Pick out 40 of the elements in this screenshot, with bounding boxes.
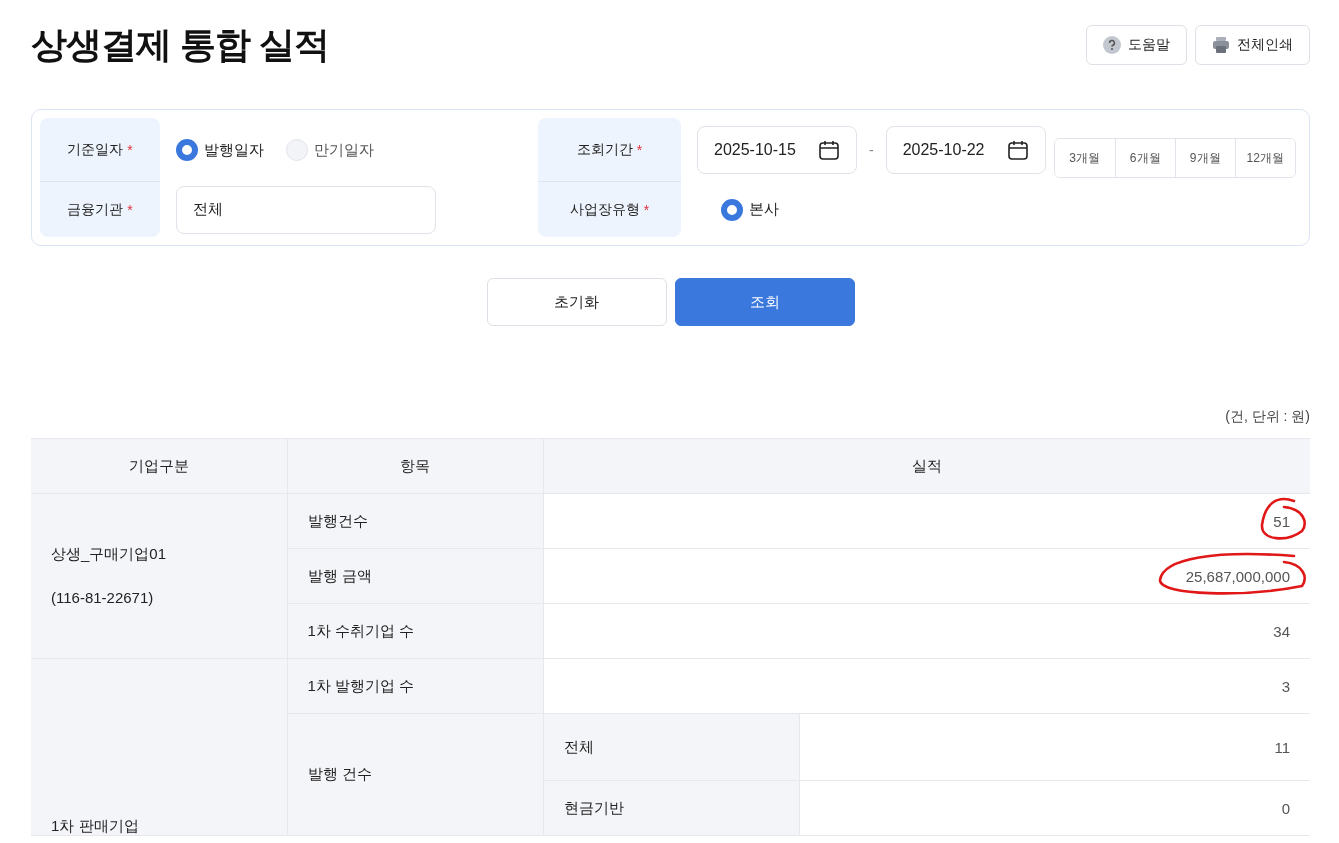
form-label: 금융기관 *: [40, 182, 160, 237]
value-text: 11: [1274, 738, 1290, 756]
item-cell: 발행 금액: [287, 548, 543, 604]
search-button[interactable]: 조회: [674, 278, 855, 326]
item-cell: 전체: [543, 713, 799, 781]
reset-button[interactable]: 초기화: [486, 278, 667, 326]
date-separator: -: [869, 141, 874, 160]
value-text: 25,687,000,000: [1185, 567, 1290, 585]
radio-option[interactable]: 발행일자: [176, 139, 264, 161]
value-text: 3: [1281, 677, 1290, 695]
form-label: 조회기간 *: [538, 118, 681, 182]
column-header: 기업구분: [31, 438, 287, 494]
page-title: 상생결제 통합 실적: [31, 22, 329, 67]
company-cell: 상생_구매기업01 (116-81-22671): [31, 493, 287, 659]
form-label: 사업장유형 *: [538, 182, 681, 237]
print-button[interactable]: 전체인쇄: [1195, 25, 1310, 65]
item-cell: 현금기반: [543, 780, 799, 836]
calendar-icon: [818, 139, 840, 161]
date-field[interactable]: 2025-10-22: [885, 126, 1046, 174]
item-cell: 발행 건수: [287, 713, 543, 836]
calendar-icon: [1006, 139, 1029, 161]
period-button[interactable]: 12개월: [1234, 139, 1295, 177]
value-text: 51: [1273, 512, 1290, 530]
printer-icon: [1212, 36, 1230, 54]
institution-field[interactable]: 전체: [176, 185, 436, 234]
form-label: 기준일자 *: [40, 118, 160, 182]
company-cell: 1차 판매기업: [31, 658, 287, 836]
value-text: 0: [1281, 799, 1290, 817]
unit-note: (건, 단위 : 원): [1225, 408, 1310, 424]
value-text: 34: [1273, 622, 1290, 640]
column-header: 실적: [543, 438, 1310, 494]
item-cell: 1차 수취기업 수: [287, 603, 543, 659]
item-cell: 1차 발행기업 수: [287, 658, 543, 714]
radio-option[interactable]: 본사: [721, 198, 779, 221]
item-cell: 발행건수: [287, 493, 543, 549]
date-field[interactable]: 2025-10-15: [697, 126, 857, 174]
radio-option[interactable]: 만기일자: [286, 139, 374, 161]
help-icon: [1103, 36, 1121, 54]
help-button[interactable]: 도움말: [1086, 25, 1187, 65]
column-header: 항목: [287, 438, 543, 494]
